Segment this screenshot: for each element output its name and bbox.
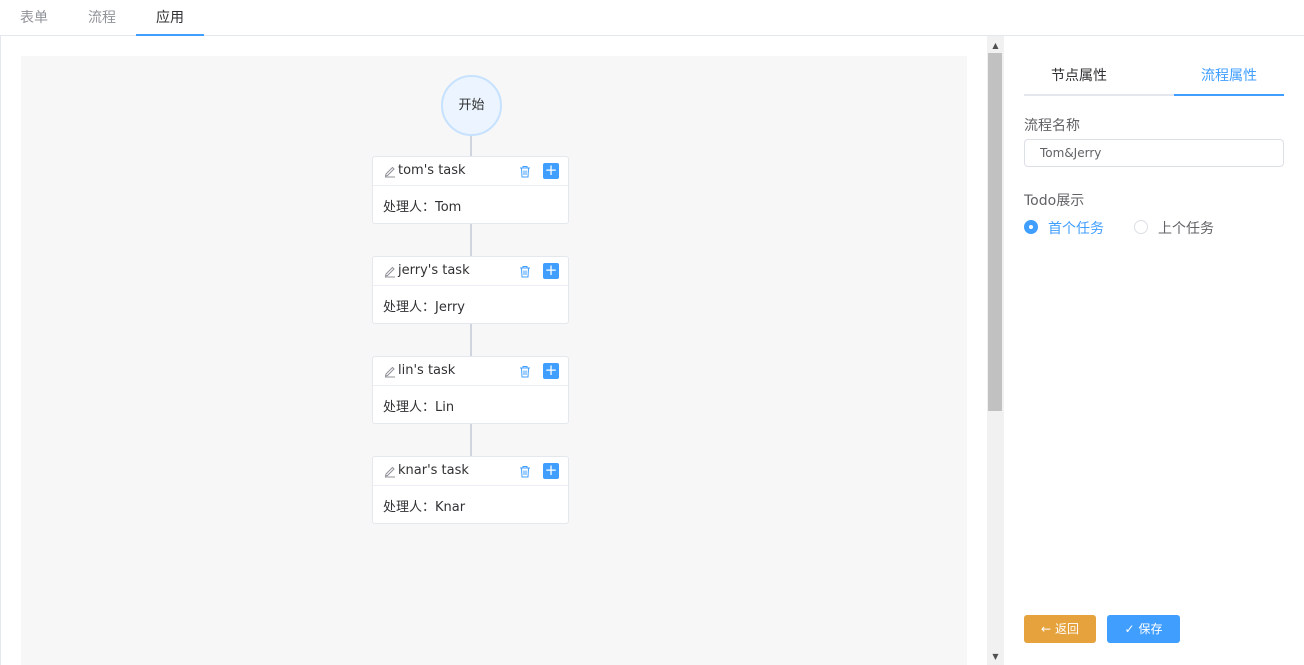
task-card-header: tom's task + — [373, 157, 568, 186]
todo-display-label: Todo展示 — [1024, 193, 1085, 209]
connector-line — [470, 136, 472, 156]
trash-icon[interactable] — [519, 465, 531, 478]
radio-button-icon[interactable] — [1134, 220, 1148, 234]
flow-name-input[interactable] — [1024, 139, 1284, 167]
task-card[interactable]: knar's task + 处理人：Knar — [372, 456, 569, 524]
radio-label: 上个任务 — [1158, 221, 1214, 237]
save-button[interactable]: ✓ 保存 — [1107, 615, 1180, 643]
edit-icon[interactable] — [383, 464, 397, 478]
check-icon: ✓ — [1124, 622, 1135, 636]
flow-designer-panel: 开始 tom's task + 处理人：Tom jerry's task + 处… — [0, 36, 1004, 665]
task-handler: 处理人：Lin — [383, 400, 455, 415]
vertical-scrollbar[interactable]: ▲ ▼ — [987, 36, 1004, 665]
task-handler: 处理人：Tom — [383, 200, 462, 215]
add-node-button[interactable]: + — [543, 463, 559, 479]
add-node-button[interactable]: + — [543, 163, 559, 179]
trash-icon[interactable] — [519, 265, 531, 278]
connector-line — [470, 424, 472, 456]
add-node-button[interactable]: + — [543, 363, 559, 379]
tab-application[interactable]: 应用 — [136, 0, 204, 36]
task-title: jerry's task — [398, 263, 470, 278]
radio-label: 首个任务 — [1048, 221, 1104, 237]
back-button[interactable]: ← 返回 — [1024, 615, 1096, 643]
scroll-up-arrow-icon[interactable]: ▲ — [987, 38, 1004, 54]
trash-icon[interactable] — [519, 165, 531, 178]
task-title: lin's task — [398, 363, 456, 378]
task-card[interactable]: tom's task + 处理人：Tom — [372, 156, 569, 224]
scroll-down-arrow-icon[interactable]: ▼ — [987, 649, 1004, 665]
edit-icon[interactable] — [383, 264, 397, 278]
flow-name-label: 流程名称 — [1024, 118, 1080, 134]
task-card[interactable]: lin's task + 处理人：Lin — [372, 356, 569, 424]
tab-form[interactable]: 表单 — [0, 0, 68, 36]
back-button-label: 返回 — [1054, 622, 1079, 636]
flow-canvas: 开始 tom's task + 处理人：Tom jerry's task + 处… — [21, 56, 967, 665]
properties-panel: 节点属性 流程属性 流程名称 Todo展示 首个任务 上个任务 ← 返回 ✓ 保… — [1004, 36, 1304, 665]
add-node-button[interactable]: + — [543, 263, 559, 279]
connector-line — [470, 324, 472, 356]
edit-icon[interactable] — [383, 364, 397, 378]
task-handler: 处理人：Jerry — [383, 300, 465, 315]
task-card-header: jerry's task + — [373, 257, 568, 286]
edit-icon[interactable] — [383, 164, 397, 178]
properties-tab-bar: 节点属性 流程属性 — [1024, 60, 1284, 96]
tab-flow-properties[interactable]: 流程属性 — [1174, 60, 1284, 96]
tab-node-properties[interactable]: 节点属性 — [1024, 60, 1134, 94]
save-button-label: 保存 — [1138, 622, 1163, 636]
task-card-header: lin's task + — [373, 357, 568, 386]
scrollbar-thumb[interactable] — [988, 53, 1002, 411]
arrow-left-icon: ← — [1041, 622, 1052, 636]
radio-button-icon[interactable] — [1024, 220, 1038, 234]
task-title: knar's task — [398, 463, 469, 478]
tab-process[interactable]: 流程 — [68, 0, 136, 36]
task-title: tom's task — [398, 163, 466, 178]
task-card-header: knar's task + — [373, 457, 568, 486]
task-handler: 处理人：Knar — [383, 500, 466, 515]
task-card[interactable]: jerry's task + 处理人：Jerry — [372, 256, 569, 324]
trash-icon[interactable] — [519, 365, 531, 378]
top-tab-bar: 表单 流程 应用 — [0, 0, 1304, 36]
connector-line — [470, 224, 472, 256]
start-node[interactable]: 开始 — [441, 75, 502, 136]
